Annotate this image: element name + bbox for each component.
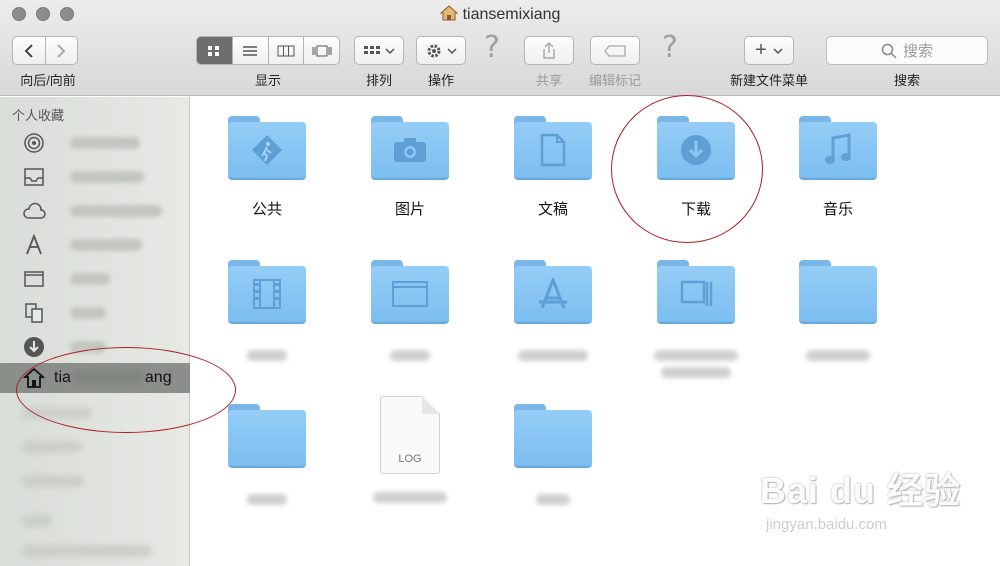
baidu-watermark: Bai du 经验 jingyan.baidu.com	[760, 462, 990, 533]
list-icon	[243, 45, 258, 56]
sidebar-item-documents[interactable]	[0, 297, 190, 329]
folder-name: 公共	[251, 201, 282, 218]
arrange-grid-icon	[364, 45, 380, 54]
plus-icon: +	[755, 39, 767, 61]
cloud-icon	[23, 202, 46, 219]
cover-flow-icon	[312, 45, 332, 56]
movies-folder-icon	[228, 260, 306, 324]
folder-movies[interactable]	[212, 260, 322, 361]
share-icon	[543, 41, 555, 59]
help-icon: ?	[662, 30, 678, 65]
file-extension-label: LOG	[398, 453, 422, 465]
nav-label: 向后/向前	[20, 73, 76, 88]
icon-view-button[interactable]	[197, 37, 233, 64]
search-placeholder: 搜索	[902, 43, 933, 60]
grid-icon	[208, 45, 220, 56]
file-log[interactable]: LOG	[355, 396, 465, 503]
window-title: tiansemixiang	[0, 5, 1000, 24]
music-folder-icon	[799, 116, 877, 180]
folder-public[interactable]: 公共	[212, 116, 322, 219]
watermark-brand: Bai du 经验	[760, 470, 962, 511]
arrange-button[interactable]	[354, 36, 404, 65]
airdrop-icon	[24, 133, 44, 153]
chevron-left-icon	[24, 43, 33, 58]
edit-tags-label: 编辑标记	[588, 73, 641, 88]
sidebar-item-airdrop[interactable]	[0, 127, 190, 159]
forward-button[interactable]	[46, 37, 78, 64]
gallery-view-button[interactable]	[304, 37, 339, 64]
applications-icon	[26, 234, 42, 255]
chevron-down-icon	[773, 47, 783, 54]
sidebar: 个人收藏 tia ang	[0, 97, 190, 566]
sidebar-item-desktop[interactable]	[0, 263, 190, 295]
new-file-menu-label: 新建文件菜单	[729, 73, 808, 88]
tag-icon	[604, 44, 626, 57]
applications-folder-icon	[514, 260, 592, 324]
folder-generic-1[interactable]	[783, 260, 893, 361]
folder-icon	[514, 404, 592, 468]
sidebar-item-icloud[interactable]	[0, 195, 190, 227]
documents-folder-icon	[514, 116, 592, 180]
public-folder-icon	[228, 116, 306, 180]
folder-generic-3[interactable]	[498, 404, 608, 505]
folder-name: 音乐	[822, 201, 853, 218]
download-icon	[24, 337, 44, 357]
action-button[interactable]	[416, 36, 466, 65]
folder-name: 图片	[394, 201, 425, 218]
sidebar-item-applications[interactable]	[0, 229, 190, 261]
chevron-down-icon	[447, 47, 457, 54]
column-view-button[interactable]	[269, 37, 305, 64]
gear-icon	[427, 44, 441, 57]
new-file-menu-button[interactable]: +	[744, 36, 794, 65]
documents-icon	[25, 303, 43, 323]
tray-icon	[24, 168, 44, 186]
folder-generic-2[interactable]	[212, 404, 322, 505]
search-field[interactable]: 搜索	[826, 36, 988, 65]
help-icon: ?	[484, 30, 500, 65]
list-view-button[interactable]	[233, 37, 269, 64]
folder-icon	[799, 260, 877, 324]
folder-music[interactable]: 音乐	[783, 116, 893, 219]
action-label: 操作	[427, 73, 454, 88]
folder-applications[interactable]	[498, 260, 608, 361]
folder-desktop[interactable]	[355, 260, 465, 361]
application-folder-icon	[657, 260, 735, 324]
folder-pictures[interactable]: 图片	[355, 116, 465, 219]
folder-application-support[interactable]	[641, 260, 751, 378]
desktop-folder-icon	[371, 260, 449, 324]
search-icon	[881, 43, 897, 59]
columns-icon	[277, 45, 295, 56]
chevron-down-icon	[385, 47, 395, 54]
edit-tags-button[interactable]	[590, 36, 640, 65]
folder-icon	[228, 404, 306, 468]
log-file-icon: LOG	[380, 396, 440, 474]
view-label: 显示	[254, 73, 281, 88]
share-button[interactable]	[524, 36, 574, 65]
sidebar-item-all-files[interactable]	[0, 161, 190, 193]
folder-documents[interactable]: 文稿	[498, 116, 608, 219]
window-toolbar: tiansemixiang 向后/向前 显示 排列 操作 ? 共享 编辑标记 ?…	[0, 0, 1000, 96]
home-icon	[439, 5, 458, 21]
view-mode-control[interactable]	[196, 36, 340, 65]
back-forward-control[interactable]	[12, 36, 78, 65]
chevron-right-icon	[57, 43, 66, 58]
desktop-icon	[24, 271, 44, 287]
pictures-folder-icon	[371, 116, 449, 180]
watermark-url: jingyan.baidu.com	[766, 516, 887, 533]
annotation-circle-home	[16, 347, 236, 433]
folder-name: 文稿	[537, 201, 568, 218]
back-button[interactable]	[13, 37, 46, 64]
favorites-header: 个人收藏	[12, 108, 65, 123]
annotation-circle-downloads	[611, 95, 763, 243]
search-label: 搜索	[893, 73, 920, 88]
